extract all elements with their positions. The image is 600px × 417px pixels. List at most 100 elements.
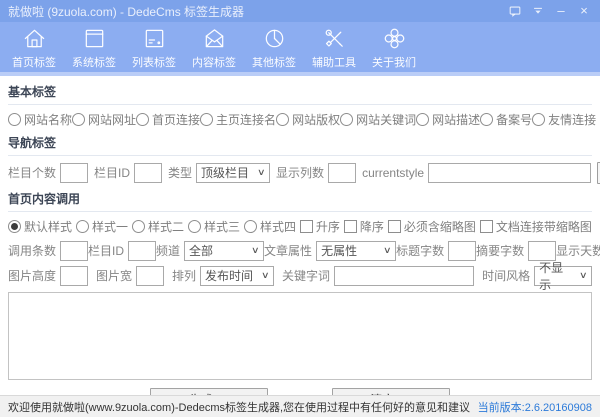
title-len-field: 标题字数 [396, 241, 476, 261]
basic-radio-option[interactable]: 网站网址 [72, 111, 136, 128]
checkbox-icon [388, 220, 401, 233]
call-count-field: 调用条数 [8, 241, 88, 261]
basic-option-label: 网站关键词 [356, 111, 416, 128]
flower-icon [382, 26, 407, 51]
app-window: 就做啦 (9zuola.com) - DedeCms 标签生成器 – × 首页标… [0, 0, 600, 417]
nav-type-value: 顶级栏目 [201, 164, 249, 181]
img-width-input[interactable] [136, 266, 164, 286]
checkbox-icon [480, 220, 493, 233]
style-radio-option[interactable]: 样式二 [132, 218, 184, 235]
time-style-select[interactable]: 不显示 ∨ [534, 266, 592, 286]
toolbar-item[interactable]: 首页标签 [4, 22, 64, 72]
style-radio-option[interactable]: 样式四 [244, 218, 296, 235]
toolbar-item-label: 首页标签 [12, 54, 56, 70]
basic-radio-option[interactable]: 主页连接名 [200, 111, 276, 128]
checkbox-option[interactable]: 文档连接带缩略图 [480, 218, 592, 235]
article-attr-label: 文章属性 [264, 242, 312, 259]
toolbar-item[interactable]: 系统标签 [64, 22, 124, 72]
checkbox-icon [300, 220, 313, 233]
statusbar: 欢迎使用就做啦(www.9zuola.com)-Dedecms标签生成器,您在使… [0, 395, 600, 417]
radio-icon [244, 220, 257, 233]
radio-icon [72, 113, 85, 126]
home-style-row: 默认样式 样式一 样式二 样式三 样式四 [8, 218, 592, 234]
radio-icon [200, 113, 213, 126]
nav-id-input[interactable] [134, 163, 162, 183]
channel-label: 频道 [156, 242, 180, 259]
toolbar-item[interactable]: 辅助工具 [304, 22, 364, 72]
toolbar-item[interactable]: 关于我们 [364, 22, 424, 72]
basic-option-label: 备案号 [496, 111, 532, 128]
order-field: 排列 发布时间 ∨ [172, 266, 274, 286]
close-button[interactable]: × [577, 4, 591, 18]
home-id-input[interactable] [128, 241, 156, 261]
order-select[interactable]: 发布时间 ∨ [200, 266, 274, 286]
checkbox-option[interactable]: 升序 [300, 218, 340, 235]
toolbar-item-label: 系统标签 [72, 54, 116, 70]
img-height-label: 图片高度 [8, 267, 56, 284]
basic-option-label: 主页连接名 [216, 111, 276, 128]
toolbar-item-label: 辅助工具 [312, 54, 356, 70]
img-height-input[interactable] [60, 266, 88, 286]
order-label: 排列 [172, 267, 196, 284]
toolbar-item-label: 内容标签 [192, 54, 236, 70]
time-style-field: 时间风格 不显示 ∨ [482, 266, 592, 286]
currentstyle-label: currentstyle [362, 166, 424, 180]
title-len-input[interactable] [448, 241, 476, 261]
nav-cols-input[interactable] [328, 163, 356, 183]
toolbar-item[interactable]: 列表标签 [124, 22, 184, 72]
keywords-input[interactable] [334, 266, 474, 286]
toolbar: 首页标签 系统标签 列表标签 内容标签 其他标签 辅助工具 关于我们 [0, 22, 600, 72]
radio-icon [480, 113, 493, 126]
clear-button[interactable]: 清空(Q) [332, 388, 450, 395]
skin-icon[interactable] [531, 4, 545, 18]
toolbar-item[interactable]: 内容标签 [184, 22, 244, 72]
basic-option-label: 首页连接 [152, 111, 200, 128]
home-id-field: 栏目ID [88, 241, 156, 261]
output-textarea[interactable] [8, 292, 592, 380]
order-value: 发布时间 [205, 267, 253, 284]
checkbox-option[interactable]: 必须含缩略图 [388, 218, 476, 235]
basic-options-row: 网站名称 网站网址 首页连接 主页连接名 网站版权 网站关键词 [8, 111, 592, 127]
article-attr-value: 无属性 [321, 242, 357, 259]
checkbox-option[interactable]: 降序 [344, 218, 384, 235]
checkbox-option-label: 文档连接带缩略图 [496, 218, 592, 235]
summary-len-input[interactable] [528, 241, 556, 261]
basic-radio-option[interactable]: 网站版权 [276, 111, 340, 128]
home-params-row-1: 调用条数 栏目ID 频道 全部 ∨ 文章属性 无属性 ∨ [8, 240, 592, 261]
generate-button[interactable]: 生成(S) [150, 388, 268, 395]
basic-radio-option[interactable]: 首页连接 [136, 111, 200, 128]
chevron-down-icon: ∨ [251, 245, 260, 256]
nav-type-select[interactable]: 顶级栏目 ∨ [196, 163, 270, 183]
nav-count-input[interactable] [60, 163, 88, 183]
basic-radio-option[interactable]: 备案号 [480, 111, 532, 128]
basic-radio-option[interactable]: 网站名称 [8, 111, 72, 128]
toolbar-item-label: 其他标签 [252, 54, 296, 70]
window-controls: – × [508, 4, 600, 18]
checkbox-option-label: 降序 [360, 218, 384, 235]
basic-option-label: 网站名称 [24, 111, 72, 128]
toolbar-item-label: 列表标签 [132, 54, 176, 70]
style-radio-option[interactable]: 样式一 [76, 218, 128, 235]
basic-radio-option[interactable]: 友情连接 [532, 111, 596, 128]
currentstyle-input[interactable] [428, 163, 591, 183]
keywords-label: 关键字词 [282, 267, 330, 284]
time-style-value: 不显示 [539, 259, 574, 293]
checkbox-icon [344, 220, 357, 233]
nav-id-field: 栏目ID [94, 163, 162, 183]
nav-type-field: 类型 顶级栏目 ∨ [168, 163, 270, 183]
window-title: 就做啦 (9zuola.com) - DedeCms 标签生成器 [8, 3, 244, 20]
article-attr-select[interactable]: 无属性 ∨ [316, 241, 396, 261]
basic-radio-option[interactable]: 网站关键词 [340, 111, 416, 128]
toolbar-item[interactable]: 其他标签 [244, 22, 304, 72]
basic-radio-option[interactable]: 网站描述 [416, 111, 480, 128]
style-radio-option[interactable]: 默认样式 [8, 218, 72, 235]
actions-row: 生成(S) 清空(Q) [8, 388, 592, 395]
style-radio-option[interactable]: 样式三 [188, 218, 240, 235]
feedback-icon[interactable] [508, 4, 522, 18]
minimize-button[interactable]: – [554, 4, 568, 18]
home-icon [22, 26, 47, 51]
radio-icon [136, 113, 149, 126]
channel-select[interactable]: 全部 ∨ [184, 241, 264, 261]
call-count-input[interactable] [60, 241, 88, 261]
radio-icon [532, 113, 545, 126]
